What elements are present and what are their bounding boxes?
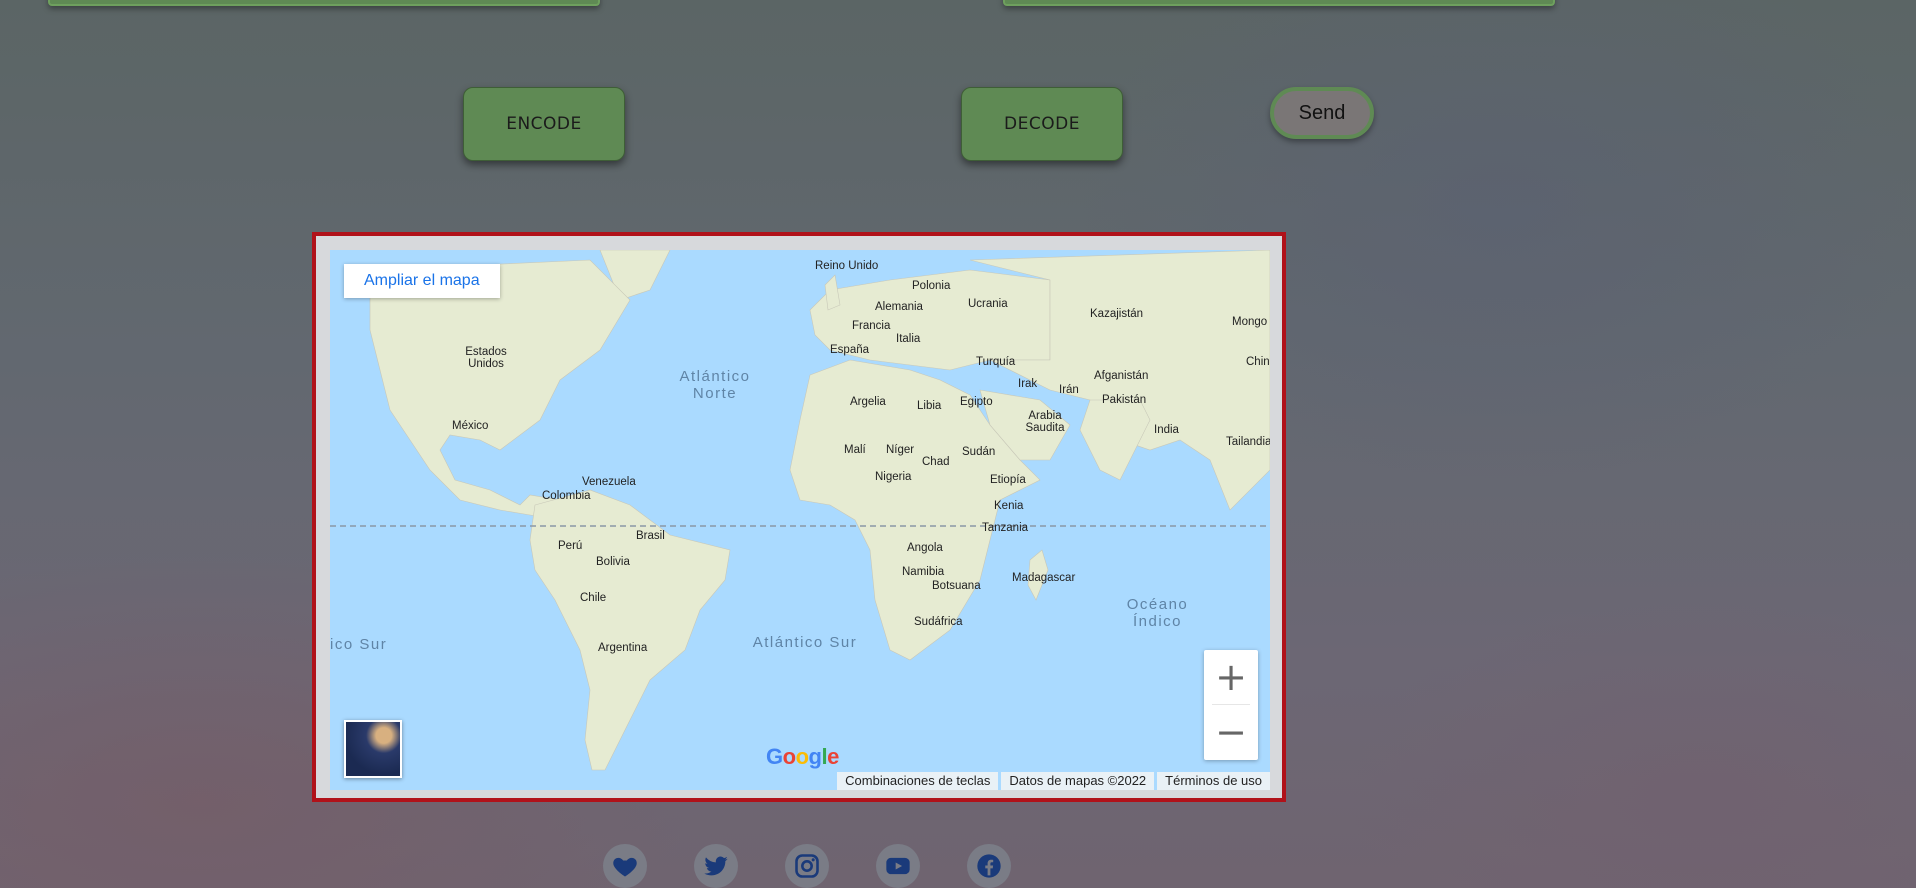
map-label: Irán — [1059, 384, 1079, 396]
instagram-social-button[interactable] — [785, 844, 829, 888]
ocean-label-atlantic-north: Atlántico Norte — [679, 368, 751, 402]
map-label: Arabia Saudita — [1025, 410, 1065, 434]
map-label: Sudán — [962, 446, 996, 458]
zoom-control: + − — [1204, 650, 1258, 760]
map-label: Argentina — [598, 642, 648, 654]
map-label: Tanzania — [982, 522, 1029, 534]
map-canvas[interactable]: Ampliar el mapa Atlántico Norte Atlántic… — [330, 250, 1270, 790]
map-label: Colombia — [542, 490, 591, 502]
map-label: Irak — [1018, 378, 1038, 390]
heart-social-button[interactable] — [603, 844, 647, 888]
map-label: Malí — [844, 444, 866, 456]
map-label: Namibia — [902, 566, 945, 578]
map-label: Bolivia — [596, 556, 630, 568]
map-attribution: Combinaciones de teclas Datos de mapas ©… — [834, 772, 1270, 790]
map-label: Kazajistán — [1090, 308, 1144, 320]
ocean-label-atlantic-south: Atlántico Sur — [752, 634, 858, 651]
map-label: Chad — [922, 456, 950, 468]
world-map — [330, 250, 1270, 771]
map-label: Alemania — [875, 301, 923, 313]
map-label: España — [830, 344, 870, 356]
instagram-icon — [795, 854, 819, 878]
keyboard-shortcuts-link[interactable]: Combinaciones de teclas — [837, 772, 999, 790]
map-label: Perú — [558, 540, 583, 552]
facebook-social-button[interactable] — [967, 844, 1011, 888]
map-label: Mongo — [1232, 316, 1268, 328]
enlarge-map-link[interactable]: Ampliar el mapa — [344, 264, 500, 298]
map-label: Sudáfrica — [914, 616, 963, 628]
heart-icon — [613, 857, 637, 877]
map-label: Italia — [896, 333, 921, 345]
map-label: India — [1154, 424, 1179, 436]
youtube-social-button[interactable] — [876, 844, 920, 888]
twitter-social-button[interactable] — [694, 844, 738, 888]
twitter-icon — [704, 856, 728, 876]
map-label: Chile — [580, 592, 607, 604]
ocean-label-pacific-south: ico Sur — [330, 636, 388, 653]
encode-textarea-edge[interactable] — [48, 0, 600, 6]
encode-button[interactable]: ENCODE — [463, 87, 625, 161]
ocean-label-indian: Océano Índico — [1126, 596, 1189, 630]
youtube-icon — [886, 857, 910, 875]
map-label: Turquía — [976, 356, 1016, 368]
satellite-toggle-button[interactable] — [344, 720, 402, 778]
map-frame: Ampliar el mapa Atlántico Norte Atlántic… — [312, 232, 1286, 802]
map-label: Pakistán — [1102, 394, 1147, 406]
map-data-credit: Datos de mapas ©2022 — [1001, 772, 1155, 790]
map-label: Afganistán — [1094, 370, 1149, 382]
map-label: Venezuela — [582, 476, 636, 488]
map-label: China — [1246, 356, 1270, 368]
map-label: Kenia — [994, 500, 1024, 512]
send-button[interactable]: Send — [1270, 87, 1374, 139]
map-label: Estados Unidos — [465, 346, 507, 370]
google-logo: Google — [766, 744, 839, 769]
map-label: Angola — [907, 542, 943, 554]
map-label: Brasil — [636, 530, 665, 542]
map-label: Níger — [886, 444, 915, 456]
map-label: Libia — [917, 400, 942, 412]
map-label: Ucrania — [968, 298, 1008, 310]
map-label: Tailandia — [1226, 436, 1270, 448]
decode-textarea-edge[interactable] — [1003, 0, 1555, 6]
map-label: Francia — [852, 320, 891, 332]
map-label: Argelia — [850, 396, 886, 408]
map-label: Etiopía — [990, 474, 1026, 486]
map-label: Nigeria — [875, 471, 912, 483]
map-label: Madagascar — [1012, 572, 1076, 584]
zoom-out-button[interactable]: − — [1204, 705, 1258, 759]
decode-button[interactable]: DECODE — [961, 87, 1123, 161]
map-label: México — [452, 420, 489, 432]
map-label: Egipto — [960, 396, 993, 408]
map-label: Reino Unido — [815, 260, 879, 272]
map-label: Botsuana — [932, 580, 981, 592]
terms-of-use-link[interactable]: Términos de uso — [1157, 772, 1270, 790]
facebook-icon — [977, 854, 1001, 878]
map-label: Polonia — [912, 280, 951, 292]
zoom-in-button[interactable]: + — [1204, 650, 1258, 704]
